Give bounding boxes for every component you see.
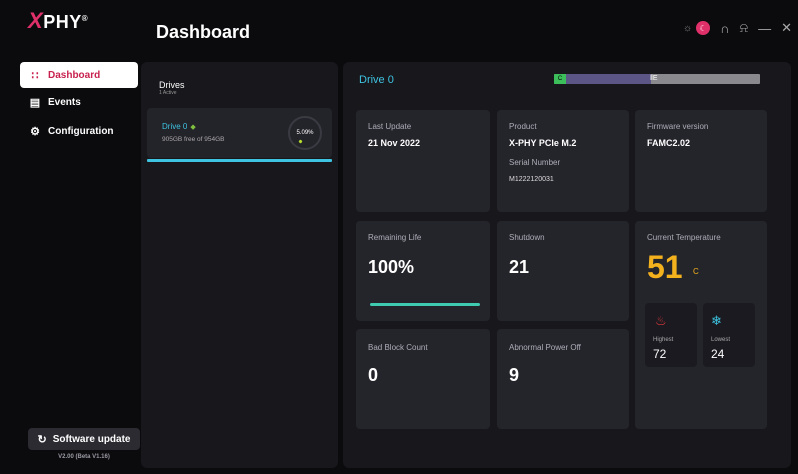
serial-value: M1222120031 bbox=[509, 176, 554, 183]
header-controls: ☼ ☾ ∩ ⍾ — ✕ bbox=[683, 20, 792, 36]
serial-label: Serial Number bbox=[509, 158, 561, 167]
card-value: X-PHY PCIe M.2 bbox=[509, 138, 577, 148]
grid-icon: ∷ bbox=[31, 69, 39, 82]
card-value: 100% bbox=[368, 257, 415, 277]
drive-list-item[interactable]: Drive 0 ◆ 905GB free of 954GB 5.09% bbox=[147, 108, 332, 162]
card-value: 0 bbox=[368, 365, 379, 385]
drive-title: Drive 0 bbox=[359, 74, 394, 86]
partition-marker: ‖E bbox=[650, 75, 658, 82]
software-update-label: Software update bbox=[52, 433, 131, 445]
card-label: Firmware version bbox=[647, 122, 709, 131]
card-label: Last Update bbox=[368, 122, 412, 131]
calendar-icon: ▤ bbox=[29, 96, 41, 109]
sidebar-item-dashboard[interactable]: ∷ Dashboard bbox=[20, 62, 138, 88]
highest-temp-box: ♨ Highest 72 bbox=[645, 303, 697, 367]
selected-underline bbox=[147, 159, 332, 162]
drive-free-text: 905GB free of 954GB bbox=[162, 136, 225, 143]
page-title: Dashboard bbox=[156, 22, 251, 42]
card-value: 21 Nov 2022 bbox=[368, 138, 421, 148]
sidebar-item-label: Dashboard bbox=[48, 69, 101, 81]
shutdown-card: Shutdown 21 bbox=[497, 221, 629, 321]
card-label: Product bbox=[509, 122, 537, 131]
logo: XPHY® bbox=[28, 8, 89, 33]
sidebar: XPHY® ∷ Dashboard ▤ Events ⚙ Configurati… bbox=[8, 0, 140, 474]
refresh-icon: ↻ bbox=[37, 433, 47, 446]
highest-value: 72 bbox=[653, 347, 667, 361]
close-icon[interactable]: ✕ bbox=[781, 20, 792, 36]
temperature-unit: C bbox=[693, 267, 699, 276]
software-update-button[interactable]: ↻ Software update bbox=[28, 428, 140, 450]
sidebar-item-configuration[interactable]: ⚙ Configuration bbox=[20, 118, 138, 144]
drive-name-row: Drive 0 ◆ bbox=[162, 122, 196, 131]
drives-panel: Drives 1 Active Drive 0 ◆ 905GB free of 9… bbox=[141, 62, 338, 468]
remaining-life-card: Remaining Life 100% bbox=[356, 221, 490, 321]
app-window: XPHY® ∷ Dashboard ▤ Events ⚙ Configurati… bbox=[0, 0, 798, 474]
headset-icon[interactable]: ∩ bbox=[720, 21, 729, 36]
header: Dashboard ☼ ☾ ∩ ⍾ — ✕ bbox=[140, 0, 798, 60]
card-value: FAMC2.02 bbox=[647, 138, 691, 148]
snowflake-icon: ❄ bbox=[711, 313, 722, 328]
partition-segment-used bbox=[566, 74, 651, 84]
highest-label: Highest bbox=[653, 337, 674, 343]
partition-usage-bar: C ‖E bbox=[554, 74, 760, 84]
product-card: Product X-PHY PCIe M.2 Serial Number M12… bbox=[497, 110, 629, 212]
flame-icon: ♨ bbox=[655, 313, 667, 328]
lowest-temp-box: ❄ Lowest 24 bbox=[703, 303, 755, 367]
moon-icon[interactable]: ☾ bbox=[696, 21, 711, 35]
card-value: 21 bbox=[509, 257, 530, 277]
minimize-icon[interactable]: — bbox=[758, 21, 771, 36]
card-label: Current Temperature bbox=[647, 233, 721, 242]
card-label: Shutdown bbox=[509, 233, 545, 242]
card-label: Abnormal Power Off bbox=[509, 343, 581, 352]
sidebar-item-label: Events bbox=[48, 96, 81, 108]
sidebar-item-events[interactable]: ▤ Events bbox=[20, 89, 138, 115]
usage-ring: 5.09% bbox=[288, 116, 322, 150]
sun-icon[interactable]: ☼ bbox=[683, 23, 692, 34]
version-text: V2.00 (Beta V1.16) bbox=[58, 454, 110, 460]
drives-title: Drives bbox=[159, 80, 185, 90]
lowest-value: 24 bbox=[711, 347, 725, 361]
sidebar-item-label: Configuration bbox=[48, 125, 114, 137]
card-value: 9 bbox=[509, 365, 520, 385]
gear-icon: ⚙ bbox=[30, 125, 40, 138]
firmware-card: Firmware version FAMC2.02 bbox=[635, 110, 767, 212]
abnormal-power-card: Abnormal Power Off 9 bbox=[497, 329, 629, 429]
bell-icon[interactable]: ⍾ bbox=[739, 20, 748, 36]
drives-subtitle: 1 Active bbox=[159, 90, 177, 96]
card-label: Remaining Life bbox=[368, 233, 422, 242]
theme-toggle[interactable]: ☼ ☾ bbox=[683, 21, 711, 35]
partition-segment: C bbox=[554, 74, 566, 84]
temperature-card: Current Temperature 51 C ♨ Highest 72 ❄ … bbox=[635, 221, 767, 429]
card-label: Bad Block Count bbox=[368, 343, 428, 352]
remaining-life-bar bbox=[370, 303, 480, 306]
shield-icon: ◆ bbox=[190, 124, 196, 131]
bad-block-card: Bad Block Count 0 bbox=[356, 329, 490, 429]
lowest-label: Lowest bbox=[711, 337, 731, 343]
last-update-card: Last Update 21 Nov 2022 bbox=[356, 110, 490, 212]
temperature-value: 51 bbox=[647, 249, 683, 285]
